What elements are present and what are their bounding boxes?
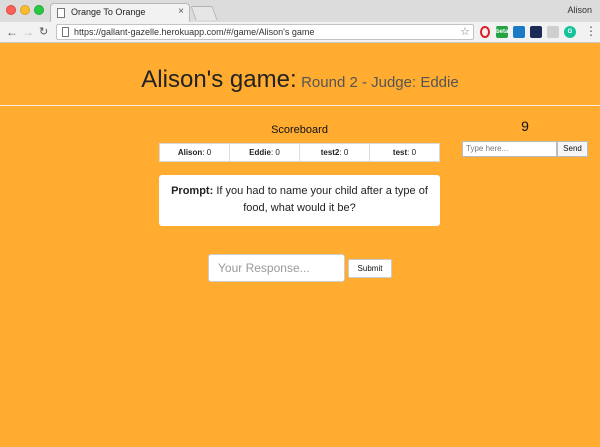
score-cell: test: 0 [392,148,417,157]
score-cell: Alison: 0 [160,144,230,161]
prompt-text: If you had to name your child after a ty… [216,185,428,214]
score-cell: test2: 0 [300,144,370,161]
maximize-window-button[interactable] [34,5,44,15]
player-name: Alison [177,148,203,157]
profile-name[interactable]: Alison [567,5,592,15]
chip-icon[interactable] [530,26,542,38]
browser-tab[interactable]: Orange To Orange × [50,3,190,22]
prompt-card: Prompt: If you had to name your child af… [159,175,440,226]
reload-icon[interactable]: ↻ [39,24,48,40]
document-icon [57,8,65,18]
bookmark-star-icon[interactable]: ☆ [460,25,470,38]
player-name: test2 [320,148,340,157]
back-arrow-icon[interactable]: ← [6,24,18,40]
send-button[interactable]: Send [557,141,588,157]
chat-input[interactable]: Type here... [462,141,557,157]
timer-count: 9 [521,118,529,134]
beta-icon[interactable]: beta [496,26,508,38]
round-info: Round 2 - Judge: Eddie [301,74,459,91]
opera-icon[interactable] [480,26,490,38]
player-score: 0 [343,148,349,157]
close-window-button[interactable] [6,5,16,15]
menu-dots-icon[interactable]: ⋮ [585,25,597,37]
page-info-icon[interactable] [62,27,69,37]
prompt-label: Prompt: [171,185,214,197]
puzzle-icon[interactable] [547,26,559,38]
url-text[interactable]: https://gallant-gazelle.herokuapp.com/#/… [74,27,314,37]
response-input[interactable]: Your Response... [208,254,345,282]
address-bar[interactable]: https://gallant-gazelle.herokuapp.com/#/… [56,24,474,40]
minimize-window-button[interactable] [20,5,30,15]
browser-toolbar: ← → ↻ https://gallant-gazelle.herokuapp.… [0,22,600,43]
player-score: 0 [411,148,417,157]
new-tab-button[interactable] [190,6,218,20]
player-name: Eddie [249,148,271,157]
close-tab-icon[interactable]: × [178,6,184,17]
game-name: Alison's game: [141,66,297,93]
browser-tab-bar: Orange To Orange × Alison [0,0,600,22]
scoreboard-table: Alison: 0 Eddie: 0 test2: 0 test: 0 [159,143,440,162]
tab-title: Orange To Orange [71,7,146,17]
grammarly-icon[interactable]: G [564,26,576,38]
player-score: 0 [275,148,280,157]
player-name: test [392,148,408,157]
player-score: 0 [206,148,212,157]
cast-icon[interactable] [513,26,525,38]
submit-button[interactable]: Submit [348,259,392,278]
score-cell: Eddie: 0 [230,144,300,161]
scoreboard-title: Scoreboard [271,124,328,136]
page-title: Alison's game: Round 2 - Judge: Eddie [0,66,600,94]
header-divider [0,105,600,106]
forward-arrow-icon[interactable]: → [22,24,34,40]
